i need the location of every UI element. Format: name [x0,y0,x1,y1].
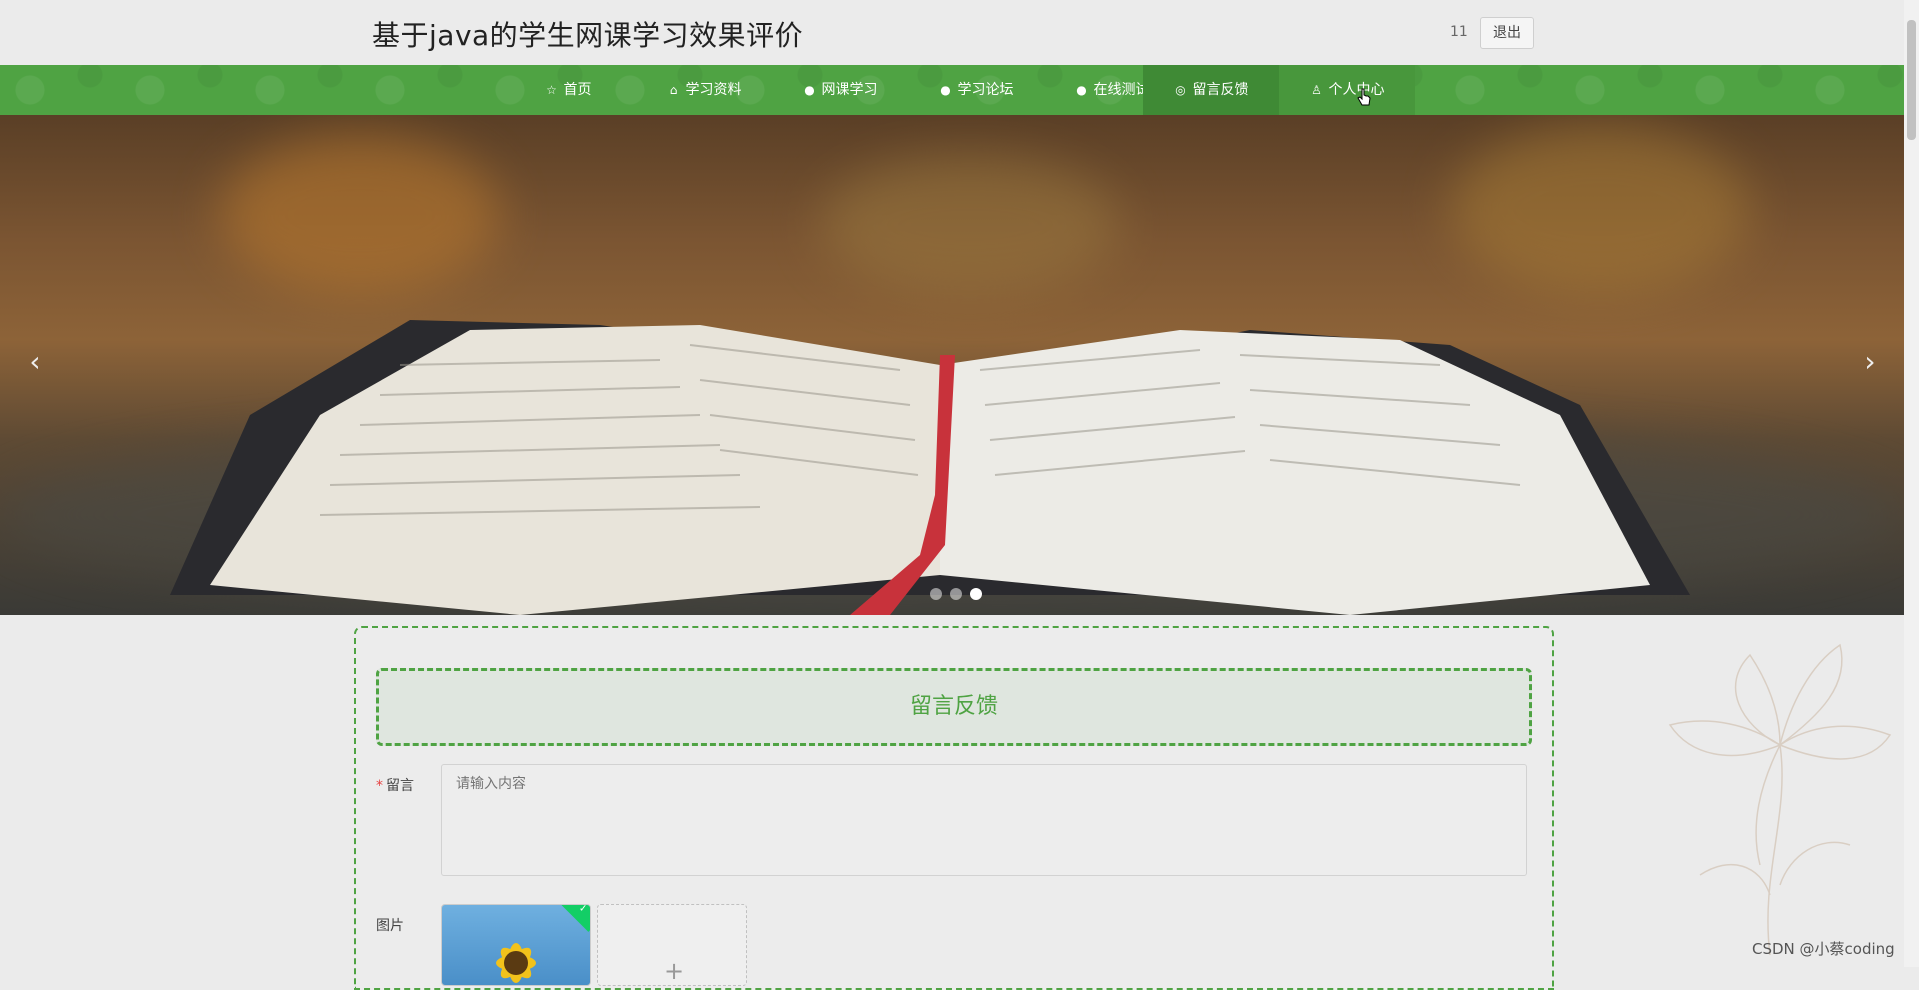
nav-item-feedback[interactable]: ◎ 留言反馈 [1143,65,1279,115]
scrollbar-thumb[interactable] [1907,20,1916,140]
nav-item-label: 学习论坛 [957,82,1014,98]
question-icon: ● [940,83,951,97]
globe-icon: ◎ [1175,83,1186,97]
csdn-watermark: CSDN @小蔡coding [1752,940,1895,958]
message-label: * 留言 [376,775,414,795]
nav-item-online-course[interactable]: ● 网课学习 [772,65,908,115]
nav-item-label: 网课学习 [821,82,878,98]
bag-icon: ⌂ [669,83,678,97]
message-label-text: 留言 [386,778,414,794]
carousel-indicators [926,585,986,604]
required-marker: * [376,778,383,794]
plus-icon: + [664,957,685,985]
username-label: 11 [1450,24,1468,40]
nav-item-label: 留言反馈 [1192,82,1249,98]
banner-carousel: ‹ › [0,115,1904,615]
top-header: 基于java的学生网课学习效果评价 11 退出 [0,0,1904,65]
uploaded-image-thumbnail[interactable]: ✓ [441,904,591,986]
hand-cursor-icon [1357,88,1371,106]
check-icon: ✓ [579,904,588,915]
nav-item-label: 学习资料 [685,82,742,98]
sunflower-image [496,943,536,983]
info-icon: ● [1076,83,1087,97]
nav-item-home[interactable]: ☆ 首页 [500,65,636,115]
main-nav: ☆ 首页 ⌂ 学习资料 ● 网课学习 ● 学习论坛 ● 在线测试 ◎ 留言反馈 ♙ 个人中心 [0,65,1904,115]
flower-decoration [1668,643,1892,956]
nav-item-profile[interactable]: ♙ 个人中心 [1279,65,1415,115]
message-textarea[interactable] [441,764,1527,876]
open-book-illustration [170,320,1690,615]
carousel-dot[interactable] [930,588,942,600]
image-upload-button[interactable]: + [597,904,747,986]
user-icon: ♙ [1311,83,1322,97]
page-scrollbar[interactable] [1904,0,1919,967]
image-label: 图片 [376,918,404,934]
nav-item-forum[interactable]: ● 学习论坛 [908,65,1044,115]
nav-item-label: 在线测试 [1093,82,1150,98]
carousel-dot[interactable] [950,588,962,600]
info-icon: ● [804,83,815,97]
form-title: 留言反馈 [376,668,1532,746]
nav-item-materials[interactable]: ⌂ 学习资料 [636,65,772,115]
carousel-next-button[interactable]: › [1855,345,1885,378]
nav-item-label: 首页 [563,82,592,98]
logout-button[interactable]: 退出 [1480,17,1534,49]
carousel-prev-button[interactable]: ‹ [20,345,50,378]
star-icon: ☆ [546,83,557,97]
site-title: 基于java的学生网课学习效果评价 [372,19,804,52]
carousel-dot-active[interactable] [970,588,982,600]
